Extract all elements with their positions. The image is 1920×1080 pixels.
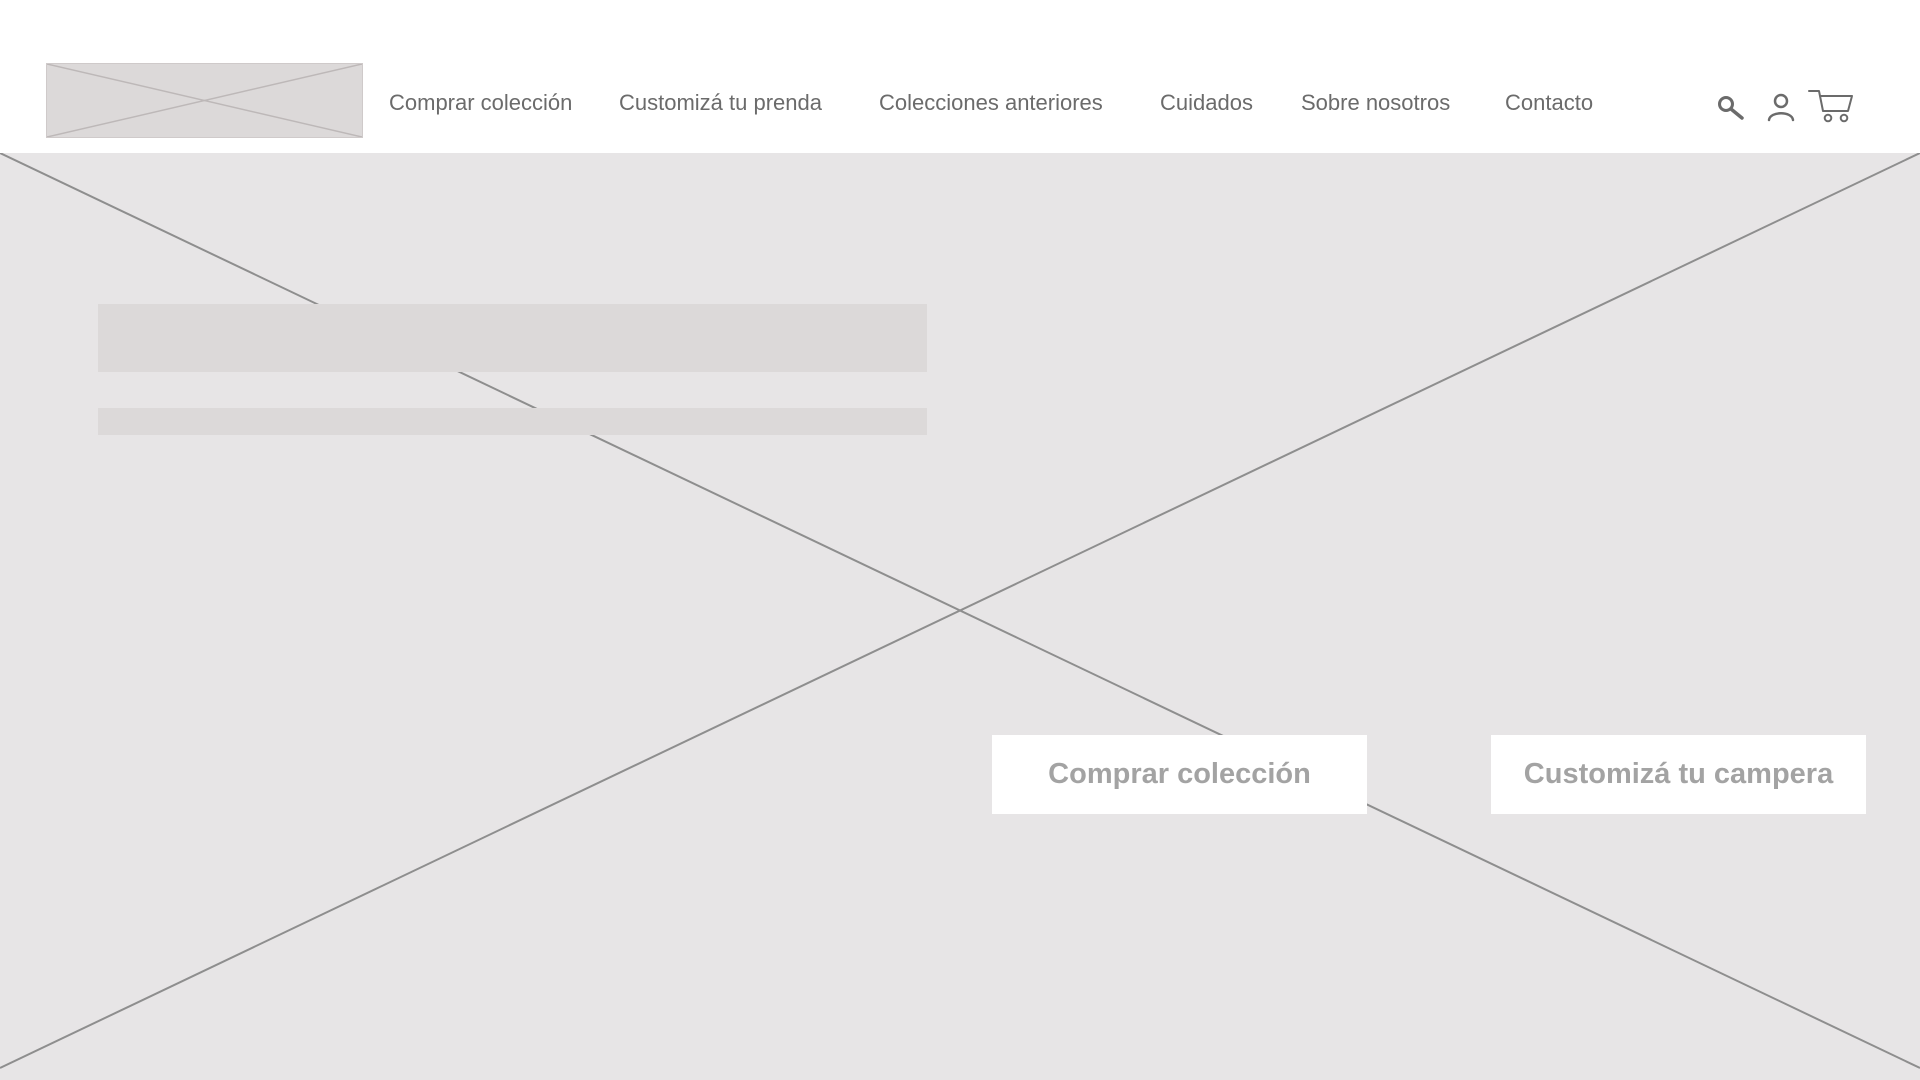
nav-item-colecciones-anteriores[interactable]: Colecciones anteriores (879, 88, 1103, 118)
search-icon[interactable] (1716, 94, 1746, 122)
logo-placeholder[interactable] (46, 63, 363, 138)
user-icon[interactable] (1766, 92, 1796, 122)
hero-image-placeholder: Comprar colección Customizá tu campera (0, 153, 1920, 1080)
hero-placeholder-cross (0, 153, 1920, 1069)
site-header: Comprar colección Customizá tu prenda Co… (0, 0, 1920, 153)
nav-item-contacto[interactable]: Contacto (1505, 88, 1593, 118)
page: Comprar colección Customizá tu prenda Co… (0, 0, 1920, 1080)
nav-item-comprar-coleccion[interactable]: Comprar colección (389, 88, 572, 118)
comprar-coleccion-button[interactable]: Comprar colección (992, 735, 1367, 814)
nav-item-cuidados[interactable]: Cuidados (1160, 88, 1253, 118)
logo-placeholder-cross (47, 64, 362, 137)
nav-item-customiza-tu-prenda[interactable]: Customizá tu prenda (619, 88, 822, 118)
cart-icon[interactable] (1808, 88, 1854, 124)
customiza-tu-campera-button[interactable]: Customizá tu campera (1491, 735, 1866, 814)
hero-title-placeholder (98, 304, 927, 372)
hero-subtitle-placeholder (98, 408, 927, 435)
nav-item-sobre-nosotros[interactable]: Sobre nosotros (1301, 88, 1450, 118)
